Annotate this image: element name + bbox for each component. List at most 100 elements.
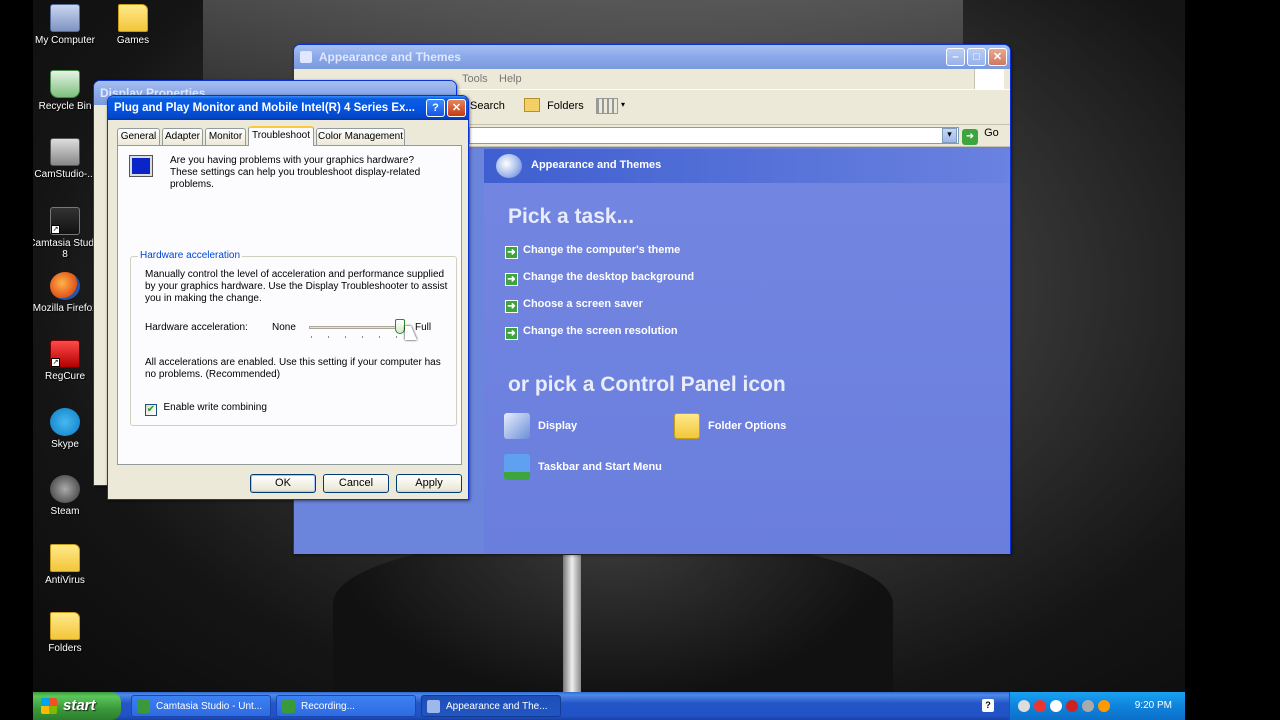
- tray-app-icon[interactable]: [1098, 700, 1110, 712]
- hardware-acceleration-group: Hardware acceleration Manually control t…: [130, 250, 457, 426]
- write-combining-checkbox[interactable]: ✔ Enable write combining: [145, 400, 267, 416]
- apply-button[interactable]: Apply: [396, 474, 462, 493]
- minimize-button[interactable]: –: [946, 48, 965, 66]
- show-hidden-icons-icon[interactable]: [1018, 700, 1030, 712]
- address-input[interactable]: [469, 127, 959, 144]
- task-screen-resolution[interactable]: ➜ Change the screen resolution: [505, 324, 678, 340]
- desktop-icon-skype[interactable]: Skype: [33, 408, 102, 450]
- shortcut-arrow-icon: ↗: [51, 225, 60, 234]
- folders-button[interactable]: Folders: [524, 98, 584, 112]
- search-label: Search: [470, 100, 505, 112]
- regcure-icon: ↗: [50, 340, 80, 368]
- views-button[interactable]: [596, 98, 618, 114]
- dialog-title: Plug and Play Monitor and Mobile Intel(R…: [114, 102, 415, 114]
- taskbar: start Camtasia Studio - Unt... Recording…: [33, 692, 1185, 720]
- taskbar-item-camtasia[interactable]: Camtasia Studio - Unt...: [131, 695, 271, 717]
- appearance-themes-icon: [496, 154, 522, 178]
- tab-adapter[interactable]: Adapter: [162, 128, 203, 145]
- slider-ticks: [311, 336, 403, 338]
- close-button[interactable]: ✕: [988, 48, 1007, 66]
- recording-icon: [282, 700, 295, 713]
- close-button[interactable]: ✕: [447, 99, 466, 117]
- tab-monitor[interactable]: Monitor: [205, 128, 246, 145]
- acceleration-slider[interactable]: [309, 319, 405, 341]
- desktop-icon-steam[interactable]: Steam: [33, 475, 102, 517]
- maximize-button[interactable]: □: [967, 48, 986, 66]
- desktop-icon-label: Skype: [51, 439, 79, 450]
- desktop-icon-games[interactable]: Games: [96, 4, 170, 46]
- cancel-button[interactable]: Cancel: [323, 474, 389, 493]
- tray-app-icon[interactable]: [1066, 700, 1078, 712]
- start-label: start: [63, 697, 96, 714]
- taskbar-item-label: Recording...: [301, 701, 355, 712]
- folder-icon: [118, 4, 148, 32]
- folders-label: Folders: [547, 100, 584, 112]
- volume-icon[interactable]: [1082, 700, 1094, 712]
- checkbox-check-icon[interactable]: ✔: [145, 404, 157, 416]
- taskbar-item-appearance[interactable]: Appearance and The...: [421, 695, 561, 717]
- desktop-icon-label: AntiVirus: [45, 575, 85, 586]
- slider-track: [309, 326, 405, 329]
- folder-icon: [50, 612, 80, 640]
- desktop-icon-recycle-bin[interactable]: Recycle Bin: [33, 70, 102, 112]
- go-button[interactable]: ➜ Go: [962, 127, 999, 145]
- go-label: Go: [984, 127, 999, 139]
- taskbar-item-recording[interactable]: Recording...: [276, 695, 416, 717]
- address-dropdown-icon[interactable]: ▾: [942, 128, 957, 143]
- wallpaper-sword: [563, 555, 581, 695]
- desktop-icon-label: Folders: [48, 643, 82, 654]
- desktop-icon-label: Mozilla Firefox: [33, 303, 98, 314]
- desktop-icon-label: CamStudio-...: [34, 169, 96, 180]
- go-arrow-icon: ➜: [962, 129, 978, 145]
- task-arrow-icon: ➜: [505, 246, 518, 259]
- help-button[interactable]: ?: [426, 99, 445, 117]
- desktop-icon-firefox[interactable]: Mozilla Firefox: [33, 272, 102, 314]
- cp-icon-label: Folder Options: [708, 420, 787, 432]
- ok-button[interactable]: OK: [250, 474, 316, 493]
- checkbox-label: Enable write combining: [163, 402, 267, 413]
- cp-icon-display[interactable]: Display: [504, 411, 577, 441]
- search-button[interactable]: Search: [470, 100, 505, 112]
- menu-help[interactable]: Help: [499, 73, 522, 85]
- camstudio-icon: [50, 138, 80, 166]
- task-change-theme[interactable]: ➜ Change the computer's theme: [505, 243, 680, 259]
- mouse-cursor-icon: [405, 326, 417, 340]
- task-change-background[interactable]: ➜ Change the desktop background: [505, 270, 694, 286]
- window-titlebar[interactable]: Appearance and Themes – □ ✕: [294, 45, 1010, 69]
- folder-options-icon: [674, 413, 700, 440]
- clock[interactable]: 9:20 PM: [1135, 700, 1172, 711]
- desktop-icon-label: Games: [116, 35, 150, 46]
- monitor-properties-dialog: Plug and Play Monitor and Mobile Intel(R…: [107, 95, 469, 500]
- desktop-icon-my-computer[interactable]: My Computer: [33, 4, 102, 46]
- desktop-icon-camstudio[interactable]: CamStudio-...: [33, 138, 102, 180]
- tab-general[interactable]: General: [117, 128, 160, 145]
- desktop-icon-regcure[interactable]: ↗ RegCure: [33, 340, 102, 382]
- recycle-bin-icon: [50, 70, 80, 98]
- desktop-icon-folders[interactable]: Folders: [33, 612, 102, 654]
- pick-icon-heading: or pick a Control Panel icon: [508, 373, 786, 396]
- category-title: Appearance and Themes: [531, 159, 662, 171]
- tab-troubleshoot[interactable]: Troubleshoot: [248, 126, 314, 146]
- desktop-icon-antivirus[interactable]: AntiVirus: [33, 544, 102, 586]
- desktop-icon-camtasia[interactable]: ↗ Camtasia Studio 8: [33, 207, 102, 260]
- views-dropdown-icon[interactable]: ▾: [621, 100, 625, 109]
- task-screen-saver[interactable]: ➜ Choose a screen saver: [505, 297, 643, 313]
- menu-tools[interactable]: Tools: [462, 73, 488, 85]
- dialog-titlebar[interactable]: Plug and Play Monitor and Mobile Intel(R…: [108, 96, 468, 120]
- security-icon[interactable]: [1034, 700, 1046, 712]
- skype-icon: [50, 408, 80, 436]
- intro-text: Are you having problems with your graphi…: [170, 155, 421, 190]
- cp-icon-taskbar[interactable]: Taskbar and Start Menu: [504, 452, 662, 482]
- cp-icon-label: Taskbar and Start Menu: [538, 461, 662, 473]
- group-description: Manually control the level of accelerati…: [145, 269, 448, 304]
- camtasia-icon: [137, 700, 150, 713]
- help-icon[interactable]: ?: [982, 699, 994, 712]
- tab-color-management[interactable]: Color Management: [316, 128, 405, 145]
- cp-icon-folder-options[interactable]: Folder Options: [674, 411, 786, 441]
- slider-thumb[interactable]: [395, 319, 405, 334]
- start-button[interactable]: start: [33, 692, 121, 720]
- network-icon[interactable]: [1050, 700, 1062, 712]
- status-text: All accelerations are enabled. Use this …: [145, 357, 441, 380]
- firefox-icon: [50, 272, 80, 300]
- windows-logo-icon: [974, 69, 1004, 89]
